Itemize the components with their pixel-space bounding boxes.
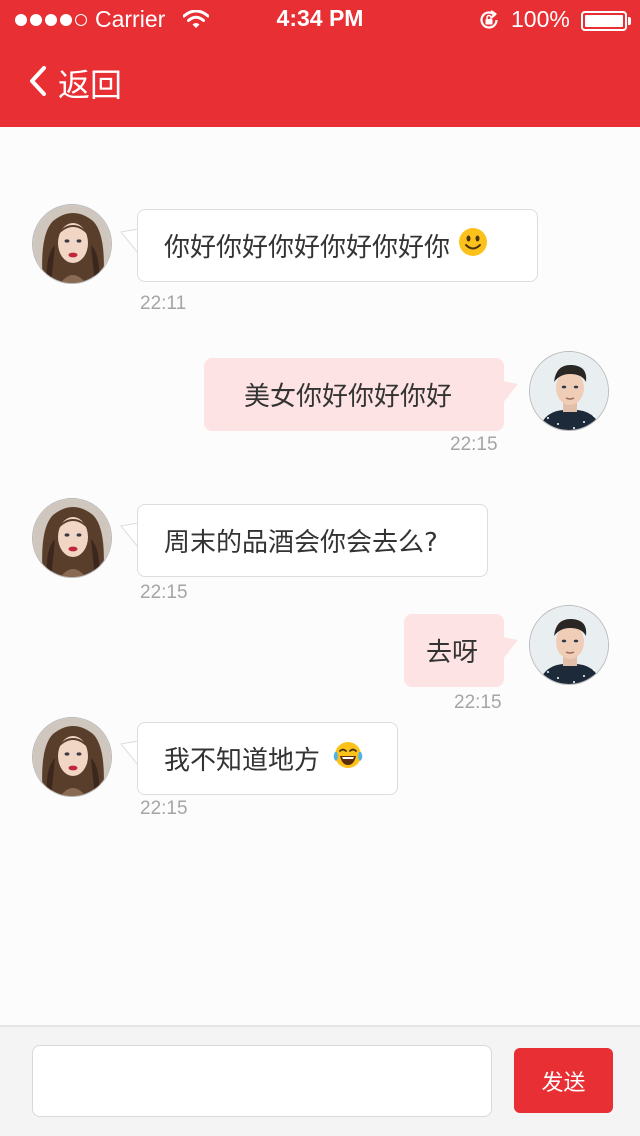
message-input[interactable]	[32, 1045, 492, 1117]
message-timestamp: 22:15	[450, 434, 498, 455]
message-text: 我不知道地方	[164, 746, 321, 776]
message-text: 美女你好你好你好	[244, 382, 453, 412]
back-label: 返回	[58, 66, 123, 104]
message-text: 去呀	[426, 638, 479, 668]
message-timestamp: 22:15	[140, 798, 188, 819]
tears-of-joy-face-icon	[332, 740, 364, 777]
bubble-tail	[503, 637, 518, 659]
message-text: 周末的品酒会你会去么?	[164, 528, 438, 558]
contact-avatar[interactable]	[32, 498, 112, 578]
battery-icon	[581, 11, 627, 31]
my-avatar[interactable]	[529, 605, 609, 685]
chevron-left-icon	[28, 65, 48, 101]
message-timestamp: 22:15	[454, 692, 502, 713]
message-timestamp: 22:15	[140, 582, 188, 603]
outgoing-message-bubble[interactable]: 去呀	[404, 614, 504, 687]
slightly-smiling-face-icon	[458, 227, 488, 264]
message-timestamp: 22:11	[140, 293, 187, 314]
incoming-message-bubble[interactable]: 我不知道地方	[137, 722, 398, 795]
battery-cap	[628, 17, 631, 25]
message-input-bar: 发送	[0, 1025, 640, 1136]
contact-avatar[interactable]	[32, 717, 112, 797]
chat-screen: Carrier 4:34 PM 100% 返回 你好你好你好你好你好你 22:1…	[0, 0, 640, 1136]
bubble-tail	[503, 381, 518, 403]
my-avatar[interactable]	[529, 351, 609, 431]
contact-avatar[interactable]	[32, 204, 112, 284]
back-button[interactable]: 返回	[28, 60, 122, 106]
outgoing-message-bubble[interactable]: 美女你好你好你好	[204, 358, 504, 431]
incoming-message-bubble[interactable]: 你好你好你好你好你好你	[137, 209, 538, 282]
send-button[interactable]: 发送	[514, 1048, 613, 1113]
message-text: 你好你好你好你好你好你	[164, 233, 451, 263]
status-bar: Carrier 4:34 PM 100%	[0, 0, 640, 40]
battery-percentage: 100%	[511, 6, 570, 32]
incoming-message-bubble[interactable]: 周末的品酒会你会去么?	[137, 504, 488, 577]
rotation-lock-icon	[478, 9, 500, 35]
header: Carrier 4:34 PM 100% 返回	[0, 0, 640, 127]
